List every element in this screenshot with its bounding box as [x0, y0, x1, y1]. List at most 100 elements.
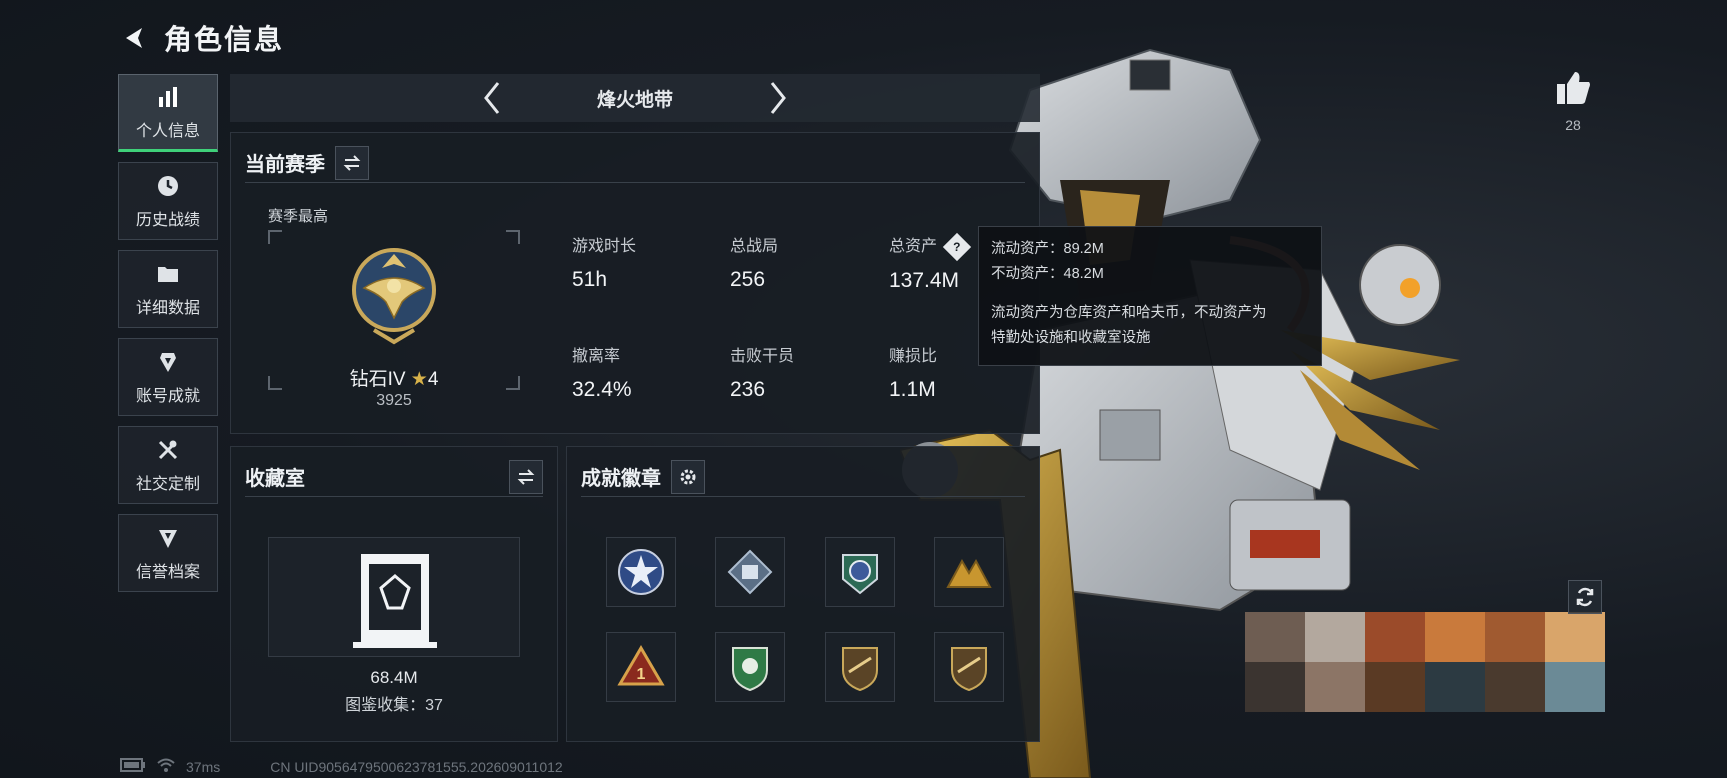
rifle-shield-emblem-icon [842, 647, 878, 692]
badge-slot[interactable] [934, 537, 1004, 607]
stat-key: 总战局 [730, 238, 779, 255]
status-bar: 37ms CN UID9056479500623781555.202609011… [120, 758, 563, 775]
thumbs-up-icon[interactable] [1548, 70, 1598, 111]
stat-total-assets: 总资产 ? 137.4M [889, 232, 972, 293]
refresh-icon [1576, 587, 1594, 607]
badge-slot[interactable] [825, 537, 895, 607]
swap-icon [517, 468, 535, 485]
stat-key: 游戏时长 [572, 238, 637, 255]
stat-key: 赚损比 [889, 348, 938, 365]
stat-key: 击败干员 [730, 348, 795, 365]
star-icon: ★ [410, 369, 428, 390]
mode-selector: 烽火地带 [230, 74, 1040, 122]
svg-text:1: 1 [637, 666, 646, 683]
stat-matches: 总战局 256 [730, 232, 778, 292]
sidebar-item-label: 信誉档案 [135, 564, 200, 581]
tooltip-fixed: 不动资产：48.2M [991, 266, 1104, 282]
stat-value: 1.1M [889, 378, 936, 401]
clock-icon [154, 172, 182, 200]
page-title: 角色信息 [164, 24, 285, 55]
stat-key: 总资产 ? [889, 232, 972, 261]
collection-panel-header: 收藏室 [245, 457, 543, 497]
badge-settings-button[interactable] [671, 459, 705, 494]
ping: 37ms [186, 758, 221, 775]
sidebar-item-achievements[interactable]: 账号成就 [118, 338, 218, 416]
stat-playtime: 游戏时长 51h [572, 232, 636, 292]
stat-kills: 击败干员 236 [730, 342, 794, 402]
tools-icon [154, 436, 182, 464]
swap-collection-button[interactable] [509, 459, 543, 494]
star-emblem-icon [618, 549, 664, 595]
sidebar-item-social[interactable]: 社交定制 [118, 426, 218, 504]
frame-corner [268, 230, 282, 244]
achievements-title: 成就徽章 [581, 468, 661, 490]
prev-mode-icon[interactable] [477, 80, 507, 116]
mosaic-overlay [1245, 612, 1605, 712]
stat-value: 236 [730, 378, 766, 401]
frame-corner [506, 230, 520, 244]
badge-slot[interactable] [715, 632, 785, 702]
sidebar-item-label: 社交定制 [135, 476, 200, 493]
rank-label: 钻石IV ★4 [268, 364, 520, 391]
badge-slot[interactable] [934, 632, 1004, 702]
assets-tooltip: 流动资产：89.2M 不动资产：48.2M 流动资产为仓库资产和哈夫币，不动资产… [978, 226, 1322, 366]
like-count: 28 [1565, 117, 1581, 133]
back-icon[interactable] [118, 22, 150, 54]
rifle-shield-emblem-icon [951, 647, 987, 692]
user-uid: CN UID9056479500623781555.202609011012 [270, 758, 563, 775]
stat-value: 51h [572, 268, 608, 291]
sidebar-item-label: 历史战绩 [135, 212, 200, 229]
globe-emblem-icon [842, 554, 878, 595]
next-mode-icon[interactable] [763, 80, 793, 116]
bar-chart-icon [154, 83, 182, 111]
sidebar-item-details[interactable]: 详细数据 [118, 250, 218, 328]
badge-slot[interactable] [825, 632, 895, 702]
tooltip-desc-1: 流动资产为仓库资产和哈夫币，不动资产为 [991, 305, 1267, 321]
stat-extract-rate: 撤离率 32.4% [572, 342, 632, 402]
stat-value: 32.4% [572, 378, 632, 401]
trophy-icon [154, 348, 182, 376]
sidebar-item-label: 账号成就 [135, 388, 200, 405]
rank-score: 3925 [376, 392, 412, 409]
tooltip-desc-2: 特勤处设施和收藏室设施 [991, 330, 1151, 346]
triangle-one-emblem-icon: 1 [617, 645, 665, 686]
vault-preview[interactable] [268, 537, 520, 657]
badge-slot[interactable]: 1 [606, 632, 676, 702]
sidebar-item-history[interactable]: 历史战绩 [118, 162, 218, 240]
header: 角色信息 [118, 18, 284, 58]
achievements-panel-header: 成就徽章 [581, 457, 1025, 497]
collection-title: 收藏室 [245, 468, 305, 490]
refresh-button[interactable] [1568, 580, 1602, 614]
vault-value: 68.4M [370, 668, 418, 687]
stat-profit-ratio: 赚损比 1.1M [889, 342, 937, 402]
rank-stars: 4 [427, 369, 439, 390]
stat-value: 256 [730, 268, 766, 291]
mountain-emblem-icon [946, 558, 992, 588]
sidebar-item-reputation[interactable]: 信誉档案 [118, 514, 218, 592]
rank-emblem-icon[interactable] [344, 238, 444, 348]
gear-icon [680, 469, 696, 484]
diamond-emblem-icon [727, 549, 773, 595]
like-block[interactable]: 28 [1548, 70, 1598, 133]
sidebar-item-personal-info[interactable]: 个人信息 [118, 74, 218, 152]
folder-icon [154, 260, 182, 288]
shield-icon [154, 524, 182, 552]
badge-slot[interactable] [715, 537, 785, 607]
wifi-icon [156, 758, 176, 775]
swap-season-button[interactable] [335, 145, 369, 180]
season-panel-header: 当前赛季 [245, 143, 1025, 183]
vault-count: 图鉴收集：37 [345, 697, 443, 714]
season-title: 当前赛季 [245, 154, 325, 176]
help-icon[interactable]: ? [943, 232, 972, 261]
battery-icon [120, 758, 146, 775]
rank-name: 钻石IV [349, 369, 406, 390]
stat-key: 撤离率 [572, 348, 621, 365]
badge-slot[interactable] [606, 537, 676, 607]
tooltip-liquid: 流动资产：89.2M [991, 241, 1104, 257]
lion-shield-emblem-icon [732, 647, 768, 692]
stat-value: 137.4M [889, 268, 960, 292]
vault-icon [353, 554, 437, 648]
season-best-label: 赛季最高 [268, 208, 329, 225]
sidebar-item-label: 详细数据 [135, 300, 200, 317]
sidebar-item-label: 个人信息 [135, 123, 200, 140]
